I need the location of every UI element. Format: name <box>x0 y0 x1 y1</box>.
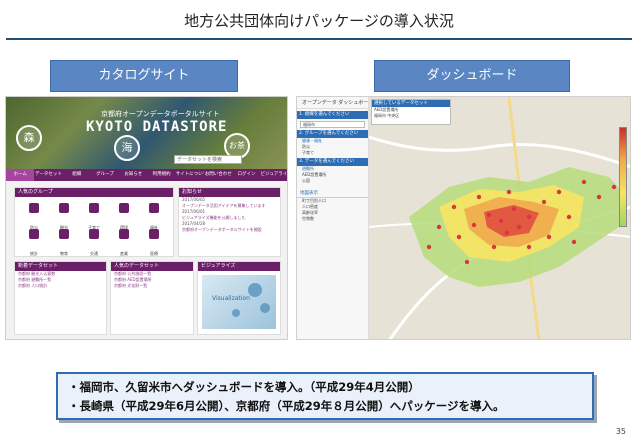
factory-icon <box>119 229 129 239</box>
dashboard-label: ダッシュボード <box>374 60 570 92</box>
catalog-nav-organizations[interactable]: 組織 <box>63 169 91 181</box>
layer-option[interactable]: 世帯数 <box>297 216 368 222</box>
child-icon <box>89 203 99 213</box>
bubble-icon <box>248 283 262 297</box>
catalog-nav-datasets[interactable]: データセット <box>34 169 62 181</box>
group-item-medical[interactable]: 医療 <box>139 227 169 256</box>
step-select-group: 2. グループを選んでください <box>297 130 368 138</box>
selected-dataset-heading: 選択しているデータセット <box>372 100 450 107</box>
dashboard-app-title: オープンデータ ダッシュボード <box>302 100 374 106</box>
shield-icon <box>29 203 39 213</box>
catalog-newest-datasets-panel: 新着データセット 京都府 観光入込客数 京都府 避難所一覧 京都府 人口統計 <box>14 261 107 335</box>
selected-dataset-panel: 選択しているデータセット AED設置場所 福岡市 中央区 <box>371 99 451 125</box>
catalog-nav-about[interactable]: サイトについて <box>176 169 204 181</box>
camera-icon <box>59 203 69 213</box>
catalog-popular-heading: 人気のデータセット <box>111 262 193 271</box>
page-number: 35 <box>615 427 626 436</box>
summary-box: ・福岡市、久留米市へダッシュボードを導入。（平成29年4月公開） ・長崎県（平成… <box>56 372 594 420</box>
cross-icon <box>149 229 159 239</box>
catalog-news-heading: お知らせ <box>179 188 280 197</box>
catalog-popular-groups-panel: 人気のグループ 防災 観光 子育て 環境 福祉 統計 教育 交通 産業 医療 <box>14 187 174 257</box>
dashboard-header: オープンデータ ダッシュボード <box>297 97 373 109</box>
catalog-hero-subtitle: 京都府オープンデータポータルサイト <box>101 110 220 118</box>
choropleth-map <box>369 97 630 339</box>
catalog-nav-terms[interactable]: 利用規約 <box>147 169 175 181</box>
step-select-data: 3. データを選んでください <box>297 158 368 166</box>
slide-title: 地方公共団体向けパッケージの導入状況 <box>184 12 454 30</box>
group-option[interactable]: 子育て <box>297 150 368 156</box>
recycle-icon <box>119 203 129 213</box>
catalog-circle-forest[interactable]: 森 <box>16 125 42 151</box>
group-item-childcare[interactable]: 子育て <box>79 201 109 230</box>
catalog-visualize-panel: ビジュアライズ Visualization <box>197 261 281 335</box>
title-divider <box>6 38 632 40</box>
dataset-link[interactable]: 京都府 人口統計 <box>15 283 106 289</box>
catalog-hero-title: KYOTO DATASTORE <box>86 119 228 135</box>
group-item-industry[interactable]: 産業 <box>109 227 139 256</box>
dataset-link[interactable]: 京都府 文化財一覧 <box>111 283 193 289</box>
organization-select[interactable]: 福岡市 <box>300 121 365 128</box>
group-item-tourism[interactable]: 観光 <box>49 201 79 230</box>
group-item-transport[interactable]: 交通 <box>79 227 109 256</box>
catalog-nav-news[interactable]: お知らせ <box>119 169 147 181</box>
summary-line-2: ・長崎県（平成29年6月公開）、京都府（平成29年８月公開）へパッケージを導入。 <box>68 399 505 413</box>
catalog-search-input[interactable]: データセットを検索 <box>174 155 242 164</box>
catalog-site-label: カタログサイト <box>50 60 238 92</box>
summary-line-1: ・福岡市、久留米市へダッシュボードを導入。（平成29年4月公開） <box>68 380 420 394</box>
dashboard-sidebar: オープンデータ ダッシュボード 1. 組織を選んでください 福岡市 2. グルー… <box>297 97 373 339</box>
bubble-icon <box>260 303 270 313</box>
heart-icon <box>149 203 159 213</box>
catalog-viz-heading: ビジュアライズ <box>198 262 280 271</box>
step-select-organization: 1. 組織を選んでください <box>297 111 368 119</box>
catalog-newest-heading: 新着データセット <box>15 262 106 271</box>
bus-icon <box>89 229 99 239</box>
catalog-groups-heading: 人気のグループ <box>15 188 173 197</box>
bubble-icon <box>232 309 240 317</box>
catalog-news-panel: お知らせ 2017/06/05 オープンデータ活用アイデアを募集しています 20… <box>178 187 281 257</box>
catalog-nav-home[interactable]: ホーム <box>6 169 35 181</box>
data-option[interactable]: 公園 <box>297 178 368 184</box>
catalog-circle-sea[interactable]: 海 <box>114 135 140 161</box>
group-item-statistics[interactable]: 統計 <box>19 227 49 256</box>
catalog-nav-bar: ホーム データセット 組織 グループ お知らせ 利用規約 サイトについて お問い… <box>6 169 287 181</box>
catalog-nav-contact[interactable]: お問い合わせ <box>204 169 232 181</box>
dashboard-map[interactable]: 選択しているデータセット AED設置場所 福岡市 中央区 <box>369 97 630 339</box>
book-icon <box>59 229 69 239</box>
visualization-thumbnail[interactable]: Visualization <box>202 275 276 329</box>
map-color-legend <box>619 127 627 227</box>
group-item-education[interactable]: 教育 <box>49 227 79 256</box>
catalog-nav-groups[interactable]: グループ <box>91 169 119 181</box>
catalog-site-screenshot: 京都府オープンデータポータルサイト KYOTO DATASTORE 森 海 お茶… <box>5 96 288 340</box>
catalog-nav-login[interactable]: ログイン <box>232 169 260 181</box>
map-layer-heading: 地図表示 <box>297 190 368 198</box>
catalog-popular-datasets-panel: 人気のデータセット 京都府 公共施設一覧 京都府 AED設置場所 京都府 文化財… <box>110 261 194 335</box>
catalog-nav-visualize[interactable]: ビジュアライズ <box>261 169 287 181</box>
group-item-environment[interactable]: 環境 <box>109 201 139 230</box>
chart-icon <box>29 229 39 239</box>
news-link[interactable]: 京都府オープンデータポータルサイトを開設 <box>179 227 280 233</box>
group-item-disaster[interactable]: 防災 <box>19 201 49 230</box>
dashboard-screenshot: オープンデータ ダッシュボード 1. 組織を選んでください 福岡市 2. グルー… <box>296 96 631 340</box>
selected-dataset-line: 福岡市 中央区 <box>374 113 400 118</box>
visualization-caption: Visualization <box>212 295 250 302</box>
group-item-welfare[interactable]: 福祉 <box>139 201 169 230</box>
